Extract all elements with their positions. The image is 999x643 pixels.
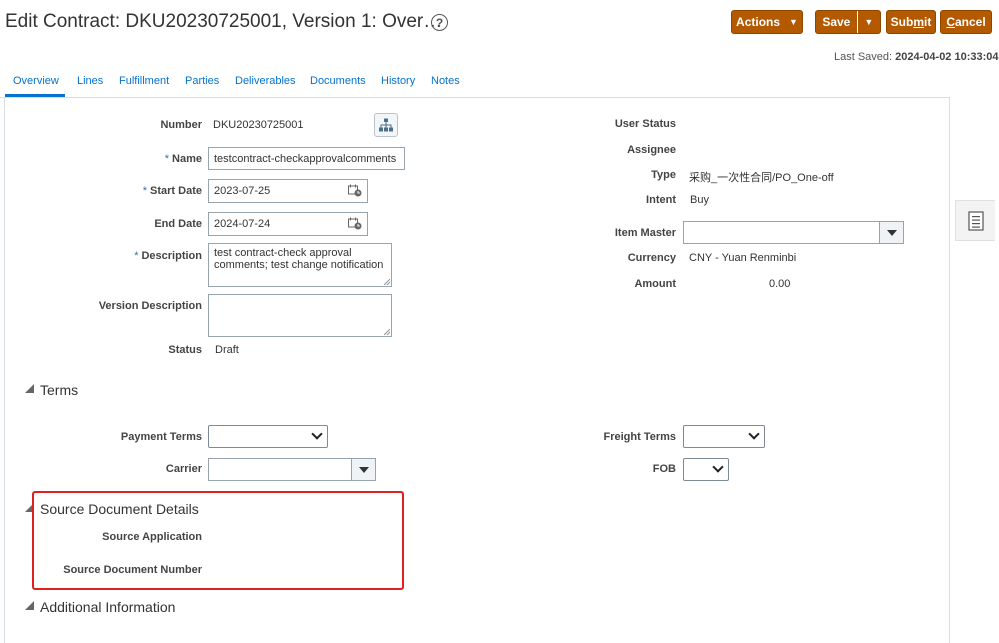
freight-terms-select[interactable] [683, 425, 765, 448]
resize-grip-icon[interactable] [384, 329, 390, 335]
version-description-label: Version Description [98, 300, 202, 312]
currency-label: Currency [627, 252, 676, 264]
start-date-value: 2023-07-25 [214, 185, 271, 197]
payment-terms-label: Payment Terms [120, 431, 202, 443]
tab-documents[interactable]: Documents [310, 75, 366, 87]
highlight-box [32, 491, 404, 590]
chevron-down-icon [712, 461, 724, 473]
intent-value: Buy [690, 194, 709, 206]
resize-grip-icon[interactable] [384, 279, 390, 285]
fob-select[interactable] [683, 458, 729, 481]
payment-terms-select[interactable] [208, 425, 328, 448]
freight-terms-label: Freight Terms [603, 431, 676, 443]
submit-label-prefix: Sub [890, 15, 914, 29]
chevron-down-icon [311, 428, 323, 440]
currency-value: CNY - Yuan Renminbi [689, 252, 797, 264]
hierarchy-icon [379, 118, 393, 132]
tab-lines[interactable]: Lines [77, 75, 103, 87]
version-description-textarea[interactable] [208, 294, 392, 337]
name-input[interactable]: testcontract-checkapprovalcomments [208, 147, 405, 170]
tab-fulfillment[interactable]: Fulfillment [119, 75, 169, 87]
tab-deliverables[interactable]: Deliverables [235, 75, 296, 87]
last-saved: Last Saved: 2024-04-02 10:33:04 [834, 51, 999, 63]
chevron-down-icon [886, 229, 897, 236]
end-date-input[interactable]: 2024-07-24 [208, 212, 368, 236]
tab-history[interactable]: History [381, 75, 415, 87]
active-tab-indicator [5, 94, 65, 97]
page-title: Edit Contract: DKU20230725001, Version 1… [5, 11, 443, 32]
last-saved-label: Last Saved: [834, 51, 893, 63]
submit-button[interactable]: Sub m it [886, 10, 936, 34]
type-value: 采购_一次性合同/PO_One-off [689, 172, 834, 184]
end-date-label: End Date [154, 218, 202, 230]
assignee-label: Assignee [627, 144, 676, 156]
intent-label: Intent [646, 194, 676, 206]
status-value: Draft [215, 344, 239, 356]
name-label-text: Name [172, 153, 202, 165]
description-label: * Description [100, 250, 202, 262]
description-value: test contract-check approval comments; t… [214, 247, 384, 271]
additional-info-expand-icon[interactable] [25, 601, 34, 610]
side-panel-tab[interactable] [955, 200, 995, 241]
additional-info-heading[interactable]: Additional Information [40, 599, 175, 615]
amount-value: 0.00 [769, 278, 791, 290]
tab-overview[interactable]: Overview [13, 75, 59, 87]
actions-button[interactable]: Actions ▼ [731, 10, 803, 34]
save-button[interactable]: Save ▼ [815, 10, 881, 34]
number-value: DKU20230725001 [213, 119, 304, 131]
cancel-label-suffix: ancel [954, 15, 986, 29]
save-menu-chevron-down-icon[interactable]: ▼ [856, 11, 880, 33]
chevron-down-icon [748, 428, 760, 440]
item-master-dropdown-button[interactable] [879, 222, 903, 243]
calendar-icon[interactable] [348, 217, 362, 230]
status-label: Status [168, 344, 202, 356]
terms-expand-icon[interactable] [25, 384, 34, 393]
required-mark: * [134, 250, 139, 262]
chevron-down-icon: ▼ [789, 17, 798, 27]
description-textarea[interactable]: test contract-check approval comments; t… [208, 243, 392, 287]
carrier-label: Carrier [165, 463, 202, 475]
cancel-button[interactable]: Cancel [940, 10, 992, 34]
start-date-input[interactable]: 2023-07-25 [208, 179, 368, 203]
terms-heading[interactable]: Terms [40, 382, 78, 398]
help-icon[interactable]: ? [431, 14, 448, 31]
name-label: * Name [100, 153, 202, 165]
item-master-combo[interactable] [683, 221, 904, 244]
chevron-down-icon [358, 466, 369, 473]
description-label-text: Description [141, 250, 202, 262]
tab-notes[interactable]: Notes [431, 75, 460, 87]
submit-label-accesskey: m [913, 15, 924, 29]
end-date-value: 2024-07-24 [214, 218, 271, 230]
tab-parties[interactable]: Parties [185, 75, 219, 87]
start-date-label: * Start Date [100, 185, 202, 197]
item-master-label: Item Master [614, 227, 676, 239]
carrier-combo[interactable] [208, 458, 376, 481]
last-saved-value: 2024-04-02 10:33:04 [895, 51, 999, 63]
cancel-label-accesskey: C [946, 15, 955, 29]
document-list-icon [967, 210, 984, 231]
fob-label: FOB [652, 463, 676, 475]
tab-bar: Overview Lines Fulfillment Parties Deliv… [0, 72, 950, 98]
hierarchy-button[interactable] [374, 113, 398, 137]
submit-label-suffix: it [924, 15, 932, 29]
required-mark: * [142, 185, 148, 197]
save-button-label: Save [822, 15, 851, 29]
actions-button-label: Actions [736, 15, 781, 29]
carrier-dropdown-button[interactable] [351, 459, 375, 480]
number-label: Number [160, 119, 202, 131]
start-date-label-text: Start Date [150, 185, 202, 197]
amount-label: Amount [634, 278, 676, 290]
type-label: Type [651, 169, 676, 181]
user-status-label: User Status [614, 118, 676, 130]
calendar-icon[interactable] [348, 184, 362, 197]
required-mark: * [164, 153, 170, 165]
